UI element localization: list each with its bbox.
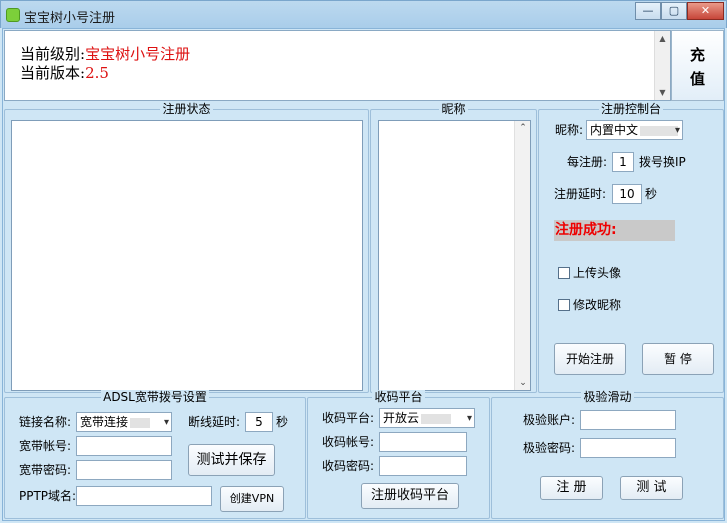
captcha-group: 极验滑动 极验账户: 极验密码: 注 册 测 试 bbox=[491, 390, 724, 519]
register-delay-unit: 秒 bbox=[645, 187, 658, 201]
start-register-button[interactable]: 开始注册 bbox=[554, 343, 626, 375]
per-register-input[interactable]: 1 bbox=[612, 152, 634, 172]
captcha-password-label: 极验密码: bbox=[523, 441, 576, 455]
test-and-save-button[interactable]: 测试并保存 bbox=[188, 444, 275, 476]
register-sms-platform-button[interactable]: 注册收码平台 bbox=[361, 483, 459, 509]
register-status-title: 注册状态 bbox=[160, 102, 213, 116]
broadband-password-label: 宽带密码: bbox=[19, 463, 72, 477]
sms-password-input[interactable] bbox=[379, 456, 467, 476]
dropdown-arrow-icon: ▾ bbox=[466, 413, 472, 424]
broadband-password-input[interactable] bbox=[76, 460, 172, 480]
dropdown-arrow-icon: ▾ bbox=[674, 125, 680, 136]
minimize-button[interactable]: — bbox=[635, 2, 661, 20]
register-status-list[interactable] bbox=[11, 120, 363, 391]
register-delay-input[interactable]: 10 bbox=[612, 184, 642, 204]
nickname-list[interactable]: ⌃ ⌄ bbox=[378, 120, 531, 391]
captcha-account-input[interactable] bbox=[580, 410, 676, 430]
per-register-suffix: 拨号换IP bbox=[639, 155, 686, 169]
chevron-up-icon[interactable]: ⌃ bbox=[516, 121, 530, 135]
recharge-char-1: 充 bbox=[689, 46, 705, 64]
link-name-select[interactable]: 宽带连接 ▾ bbox=[76, 412, 172, 432]
level-label: 当前级别: bbox=[20, 45, 86, 63]
nickname-group: 昵称 ⌃ ⌄ bbox=[370, 102, 537, 393]
sms-account-input[interactable] bbox=[379, 432, 467, 452]
info-panel: 当前级别:宝宝树小号注册 当前版本:2.5 ▲ ▼ bbox=[4, 30, 671, 101]
broadband-account-label: 宽带帐号: bbox=[19, 439, 72, 453]
nickname-scrollbar[interactable]: ⌃ ⌄ bbox=[514, 121, 530, 390]
sms-password-label: 收码密码: bbox=[322, 459, 375, 473]
pause-button[interactable]: 暂 停 bbox=[642, 343, 714, 375]
nick-source-label: 昵称: bbox=[555, 123, 584, 137]
version-value: 2.5 bbox=[85, 64, 109, 82]
version-line: 当前版本:2.5 bbox=[20, 65, 109, 82]
sms-platform-select[interactable]: 开放云 ▾ bbox=[379, 408, 475, 428]
chevron-down-icon[interactable]: ⌄ bbox=[516, 376, 530, 390]
per-register-label: 每注册: bbox=[567, 155, 608, 169]
register-status-group: 注册状态 bbox=[4, 102, 369, 393]
nickname-title: 昵称 bbox=[439, 102, 468, 116]
dropdown-arrow-icon: ▾ bbox=[163, 417, 169, 428]
sms-platform-label: 收码平台: bbox=[322, 411, 375, 425]
upload-avatar-checkbox[interactable] bbox=[558, 267, 570, 279]
disconnect-delay-input[interactable]: 5 bbox=[245, 412, 273, 432]
scroll-up-icon[interactable]: ▲ bbox=[655, 31, 670, 46]
sms-account-label: 收码帐号: bbox=[322, 435, 375, 449]
captcha-password-input[interactable] bbox=[580, 438, 676, 458]
control-panel-title: 注册控制台 bbox=[598, 102, 663, 116]
adsl-title: ADSL宽带拨号设置 bbox=[101, 390, 209, 404]
modify-nick-label: 修改昵称 bbox=[573, 298, 622, 312]
captcha-title: 极验滑动 bbox=[581, 390, 634, 404]
version-label: 当前版本: bbox=[20, 64, 86, 82]
window-title: 宝宝树小号注册 bbox=[24, 11, 116, 26]
close-button[interactable]: ✕ bbox=[687, 2, 724, 20]
level-value: 宝宝树小号注册 bbox=[85, 45, 191, 63]
register-success-status: 注册成功: bbox=[554, 220, 675, 241]
captcha-test-button[interactable]: 测 试 bbox=[620, 476, 683, 500]
pptp-domain-input[interactable] bbox=[76, 486, 212, 506]
client-area: 当前级别:宝宝树小号注册 当前版本:2.5 ▲ ▼ 充 值 注册状态 昵称 ⌃ … bbox=[2, 28, 725, 521]
control-panel-group: 注册控制台 昵称: 内置中文 ▾ 每注册: 1 拨号换IP 注册延时: 10 秒… bbox=[538, 102, 724, 393]
create-vpn-button[interactable]: 创建VPN bbox=[220, 486, 284, 512]
upload-avatar-label: 上传头像 bbox=[573, 266, 622, 280]
title-bar: 宝宝树小号注册 — ▢ ✕ bbox=[0, 0, 727, 28]
disconnect-delay-label: 断线延时: bbox=[188, 415, 241, 429]
adsl-group: ADSL宽带拨号设置 链接名称: 宽带连接 ▾ 断线延时: 5 秒 宽带帐号: … bbox=[4, 390, 306, 519]
recharge-button[interactable]: 充 值 bbox=[671, 30, 724, 101]
captcha-account-label: 极验账户: bbox=[523, 413, 576, 427]
sms-platform-group: 收码平台 收码平台: 开放云 ▾ 收码帐号: 收码密码: 注册收码平台 bbox=[307, 390, 490, 519]
modify-nick-checkbox[interactable] bbox=[558, 299, 570, 311]
info-scrollbar[interactable]: ▲ ▼ bbox=[654, 31, 670, 100]
register-delay-label: 注册延时: bbox=[554, 187, 607, 201]
nick-source-select[interactable]: 内置中文 ▾ bbox=[586, 120, 683, 140]
link-name-label: 链接名称: bbox=[19, 415, 72, 429]
sms-platform-title: 收码平台 bbox=[372, 390, 425, 404]
disconnect-delay-unit: 秒 bbox=[276, 415, 289, 429]
broadband-account-input[interactable] bbox=[76, 436, 172, 456]
captcha-register-button[interactable]: 注 册 bbox=[540, 476, 603, 500]
level-line: 当前级别:宝宝树小号注册 bbox=[20, 46, 190, 63]
scroll-down-icon[interactable]: ▼ bbox=[655, 85, 670, 100]
pptp-domain-label: PPTP域名: bbox=[19, 489, 77, 503]
maximize-button[interactable]: ▢ bbox=[661, 2, 687, 20]
app-icon bbox=[6, 8, 20, 22]
recharge-char-2: 值 bbox=[689, 70, 705, 88]
